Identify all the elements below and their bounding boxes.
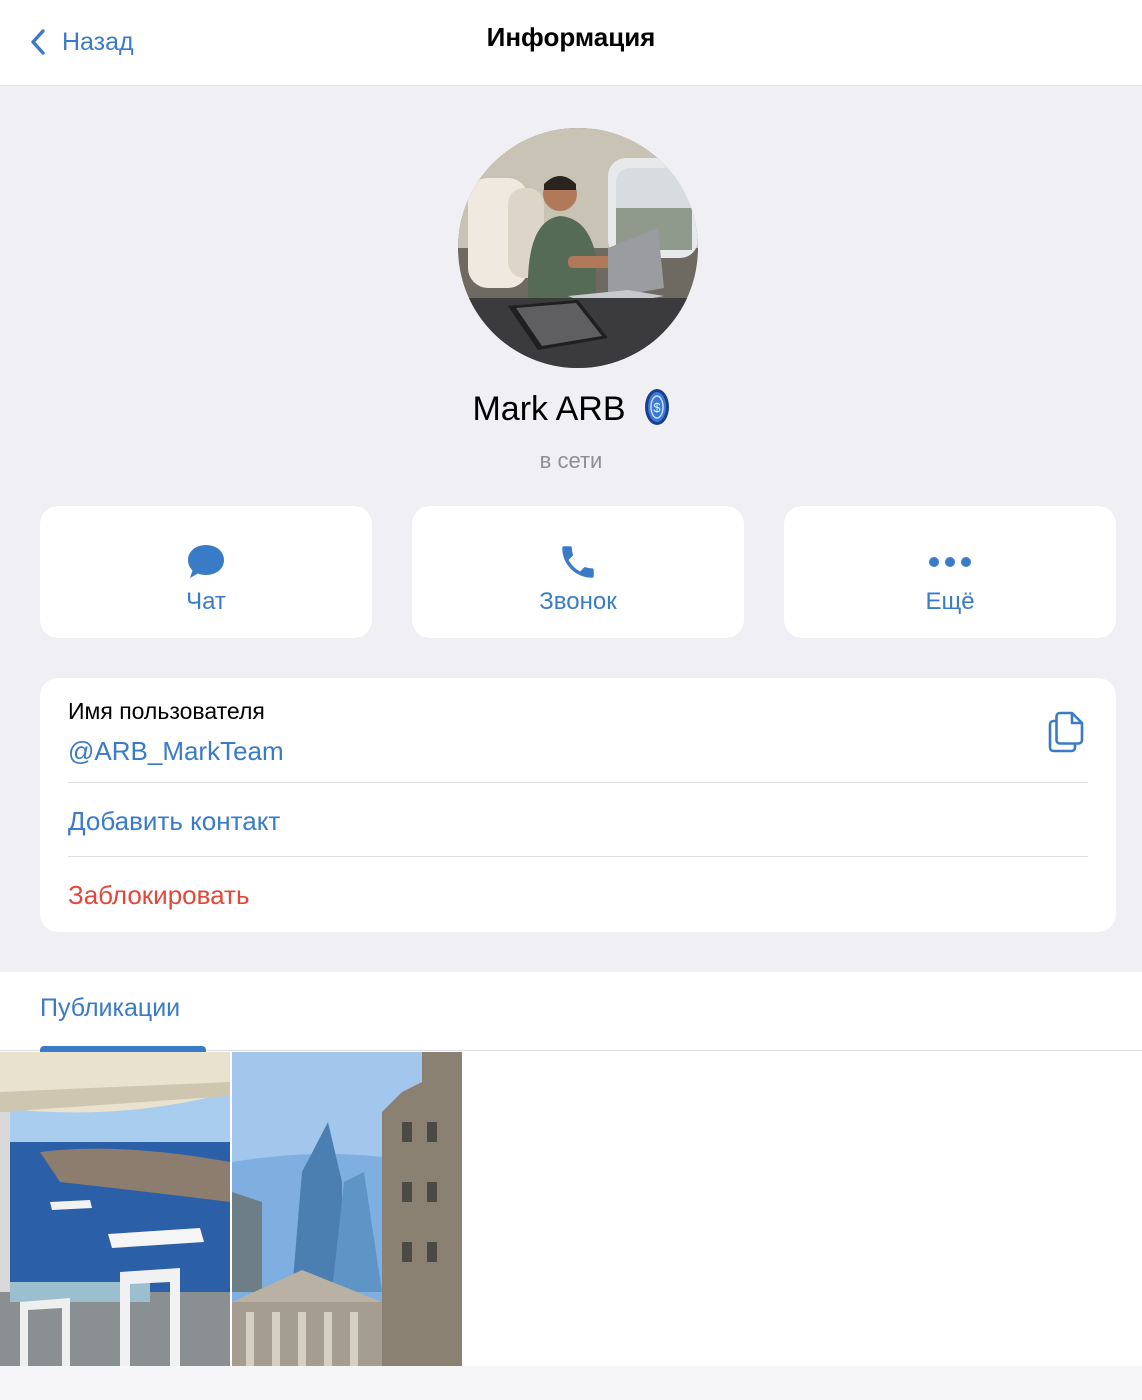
chat-bubble-icon: [188, 545, 224, 578]
svg-text:$: $: [653, 400, 661, 415]
coin-badge-icon[interactable]: $: [644, 388, 670, 431]
call-button[interactable]: Звонок: [412, 506, 744, 638]
info-card: Имя пользователя @ARB_MarkTeam Добавить …: [40, 678, 1116, 932]
chat-button[interactable]: Чат: [40, 506, 372, 638]
publications-section: Публикации: [0, 972, 1142, 1400]
phone-icon: [562, 546, 594, 578]
online-status: в сети: [539, 448, 603, 473]
divider: [68, 782, 1088, 783]
avatar[interactable]: [458, 128, 698, 368]
navigation-bar: Назад Информация: [0, 0, 1142, 86]
divider: [68, 856, 1088, 857]
grid-bottom-spacer: [0, 1366, 1142, 1400]
add-contact-button[interactable]: Добавить контакт: [68, 806, 280, 837]
publication-thumbnail[interactable]: [232, 1052, 462, 1366]
page-title: Информация: [486, 22, 656, 52]
username-label: Имя пользователя: [68, 698, 265, 724]
more-label: Ещё: [925, 588, 975, 615]
profile-name-row: Mark ARB $: [0, 388, 1142, 431]
more-dots-icon: [929, 557, 971, 567]
username-value[interactable]: @ARB_MarkTeam: [68, 736, 284, 767]
chat-label: Чат: [186, 588, 226, 615]
publication-thumbnail[interactable]: [0, 1052, 230, 1366]
tab-publications[interactable]: Публикации: [40, 994, 180, 1023]
profile-name: Mark ARB: [472, 390, 626, 428]
call-label: Звонок: [539, 588, 617, 615]
block-button[interactable]: Заблокировать: [68, 880, 250, 911]
more-button[interactable]: Ещё: [784, 506, 1116, 638]
copy-icon[interactable]: [1046, 710, 1086, 759]
